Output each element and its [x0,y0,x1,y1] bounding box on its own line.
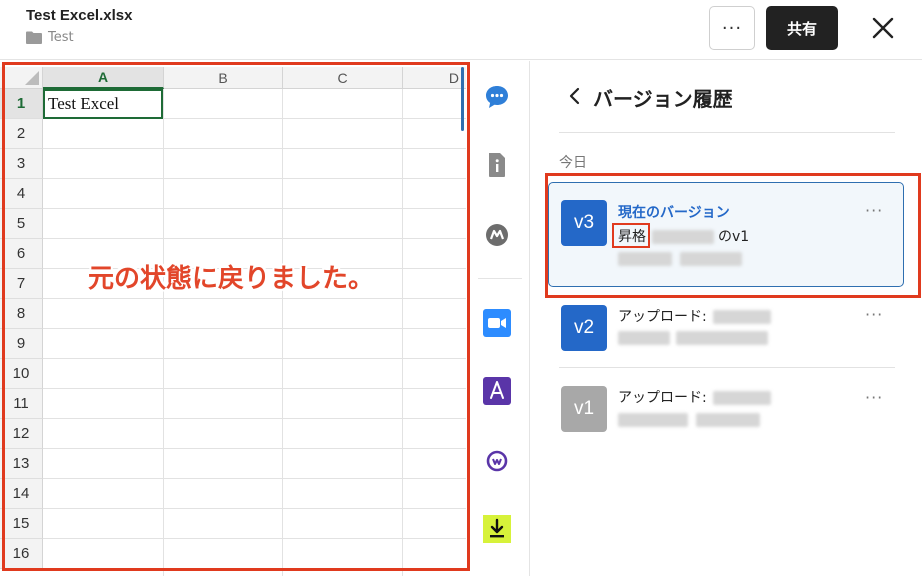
rail-divider [478,278,522,279]
file-title: Test Excel.xlsx [26,7,133,24]
info-button[interactable] [482,150,512,180]
version-title: アップロード: [618,390,707,406]
row-header-14[interactable]: 14 [0,479,43,509]
spreadsheet-grid[interactable]: A B C D 1 2 3 4 5 6 7 8 9 10 11 12 13 14… [0,61,466,576]
column-header-c[interactable]: C [283,67,403,89]
folder-icon [26,31,42,44]
folder-breadcrumb[interactable]: Test [26,30,74,45]
version-action: 昇格 [618,229,646,245]
vertical-scrollbar[interactable] [461,67,464,131]
acrobat-button[interactable] [482,376,512,406]
version-badge: v2 [561,305,607,351]
version-more-button[interactable]: ··· [865,305,883,324]
version-meta-line [618,412,760,428]
redacted-text [676,331,768,345]
close-icon [872,17,894,39]
grid-line [282,89,283,576]
version-badge: v1 [561,386,607,432]
acrobat-icon [483,377,511,405]
row-header-11[interactable]: 11 [0,389,43,419]
row-header-9[interactable]: 9 [0,329,43,359]
version-title: 現在のバージョン [618,205,730,221]
panel-title: バージョン履歴 [593,87,733,111]
version-divider [559,367,895,368]
version-title-line: アップロード: [618,387,771,407]
version-title-line: アップロード: [618,306,771,326]
webex-icon [486,450,508,472]
row-header-10[interactable]: 10 [0,359,43,389]
row-header-1[interactable]: 1 [0,89,43,119]
zoom-icon [483,309,511,337]
comment-icon [486,86,508,108]
redacted-text [618,331,670,345]
grid-line [163,89,164,576]
version-title: アップロード: [618,309,707,325]
more-options-button[interactable]: ··· [709,6,755,50]
row-header-13[interactable]: 13 [0,449,43,479]
share-button[interactable]: 共有 [766,6,838,50]
comments-button[interactable] [482,82,512,112]
version-history-panel: バージョン履歴 今日 v3 現在のバージョン 昇格 のv1 ··· v2 アップロ… [531,61,922,576]
version-meta-line [618,330,768,346]
close-button[interactable] [866,8,900,48]
row-header-6[interactable]: 6 [0,239,43,269]
redacted-text [618,413,688,427]
version-more-button[interactable]: ··· [865,388,883,407]
chevron-left-icon [569,87,580,105]
version-action-line: 昇格 のv1 [618,226,749,246]
back-button[interactable] [567,83,585,109]
header: Test Excel.xlsx Test ··· 共有 [0,0,922,60]
row-header-15[interactable]: 15 [0,509,43,539]
row-header-5[interactable]: 5 [0,209,43,239]
column-header-b[interactable]: B [164,67,283,89]
m-app-icon [486,224,508,246]
redacted-text [712,391,771,405]
redacted-text [652,230,714,244]
version-action-suffix: のv1 [718,229,750,245]
download-button[interactable] [482,514,512,544]
version-more-button[interactable]: ··· [865,201,883,220]
version-meta-line [618,251,742,267]
redacted-text [680,252,742,266]
version-item-v1[interactable]: v1 アップロード: ··· [548,383,904,449]
redacted-text [712,310,771,324]
webex-button[interactable] [482,446,512,476]
row-header-2[interactable]: 2 [0,119,43,149]
select-all-corner[interactable] [0,67,43,89]
date-group-label: 今日 [559,155,587,171]
version-item-v3[interactable]: v3 現在のバージョン 昇格 のv1 ··· [548,182,904,287]
app-sidebar [470,61,530,576]
m-app-button[interactable] [482,220,512,250]
version-badge: v3 [561,200,607,246]
zoom-button[interactable] [482,308,512,338]
folder-name: Test [48,30,74,45]
row-header-7[interactable]: 7 [0,269,43,299]
version-item-v2[interactable]: v2 アップロード: ··· [548,301,904,367]
row-header-4[interactable]: 4 [0,179,43,209]
cell-a1[interactable]: Test Excel [43,89,163,119]
panel-divider [559,132,895,133]
row-header-8[interactable]: 8 [0,299,43,329]
row-header-16[interactable]: 16 [0,539,43,569]
redacted-text [696,413,760,427]
annotation-caption: 元の状態に戻りました。 [88,264,375,294]
grid-line [402,89,403,576]
row-header-3[interactable]: 3 [0,149,43,179]
download-icon [483,515,511,543]
info-icon [489,153,505,177]
column-header-a[interactable]: A [43,67,164,89]
column-header-d[interactable]: D [403,67,466,89]
row-header-12[interactable]: 12 [0,419,43,449]
redacted-text [618,252,672,266]
